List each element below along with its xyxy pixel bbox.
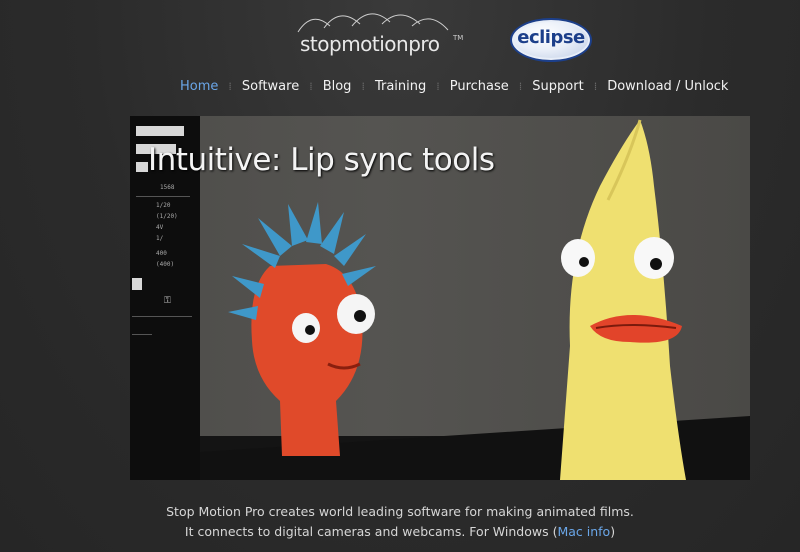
ui-panel-divider: [132, 334, 152, 335]
eclipse-logo-text: eclipse: [517, 27, 585, 48]
intro-line-1: Stop Motion Pro creates world leading so…: [166, 504, 634, 519]
ui-panel-value: (1/20): [156, 213, 178, 220]
ui-panel-value: 1/20: [156, 202, 171, 209]
hero-title: Intuitive: Lip sync tools: [148, 142, 495, 178]
intro-line-2-prefix: It connects to digital cameras and webca…: [184, 524, 558, 539]
ui-panel-field: [136, 162, 148, 172]
hero-banner[interactable]: 1568 1/20 (1/20) 4V 1/ 400 (400) ⚿ Intui…: [130, 116, 750, 480]
lock-icon: ⚿: [164, 296, 171, 306]
logo-trademark: TM: [453, 34, 464, 42]
nav-support[interactable]: Support: [522, 79, 593, 94]
intro-text: Stop Motion Pro creates world leading so…: [0, 502, 800, 542]
nav-download-unlock[interactable]: Download / Unlock: [597, 79, 738, 94]
ui-panel-divider: [136, 196, 190, 197]
ui-panel-value: 1568: [160, 184, 175, 191]
ui-panel-field: [136, 126, 184, 136]
eclipse-logo[interactable]: eclipse: [510, 18, 592, 62]
intro-line-2-suffix: ): [610, 524, 616, 539]
main-nav: Home ⁞ Software ⁞ Blog ⁞ Training ⁞ Purc…: [170, 74, 738, 98]
nav-purchase[interactable]: Purchase: [440, 79, 519, 94]
ui-panel-value: 4V: [156, 224, 164, 231]
logo-wordmark: stopmotionpro: [300, 32, 440, 56]
nav-software[interactable]: Software: [232, 79, 309, 94]
nav-home[interactable]: Home: [170, 79, 228, 94]
nav-training[interactable]: Training: [365, 79, 436, 94]
ui-panel-value: 1/: [156, 235, 164, 242]
nav-blog[interactable]: Blog: [313, 79, 362, 94]
ui-panel-value: 400: [156, 250, 167, 257]
mac-info-link[interactable]: Mac info: [557, 524, 610, 539]
intro-line-2: It connects to digital cameras and webca…: [0, 522, 800, 542]
ui-panel-value: (400): [156, 261, 175, 268]
ui-panel-dropdown: [132, 278, 142, 290]
ui-panel-divider: [132, 316, 192, 317]
stopmotionpro-logo[interactable]: stopmotionpro TM: [290, 4, 470, 60]
